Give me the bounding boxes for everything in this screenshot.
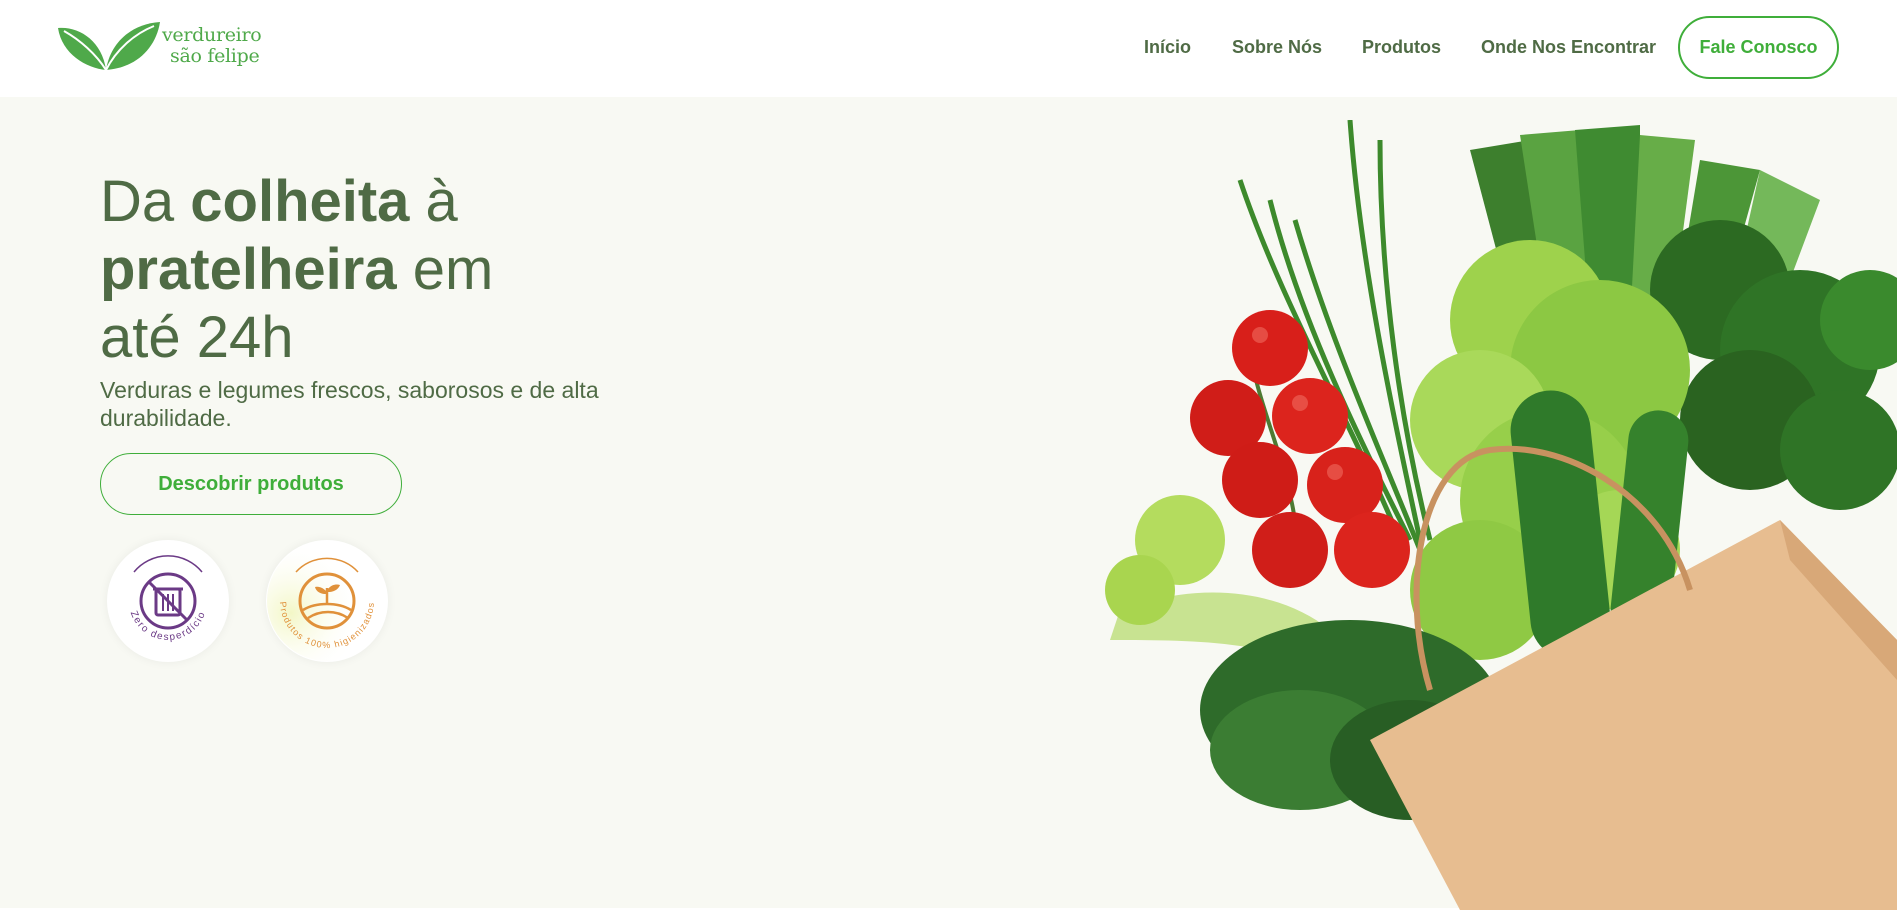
nav-item-inicio-link[interactable]: Início — [1144, 37, 1191, 58]
brand-logo[interactable]: verdureiro são felipe — [56, 18, 266, 74]
sanitized-badge: Produtos 100% higienizados — [266, 540, 388, 662]
site-header: verdureiro são felipe Início Início Sobr… — [0, 0, 1897, 97]
hero-headline: Da colheita à pratelheira em até 24h — [100, 168, 580, 372]
hero-subtitle: Verduras e legumes frescos, saborosos e … — [100, 377, 599, 431]
brand-name-line1: verdureiro — [162, 24, 262, 46]
headline-part-1: Da — [100, 169, 191, 234]
nav-item-sobre-nos[interactable]: Sobre Nós — [1232, 37, 1322, 58]
leaf-logo-icon — [58, 22, 160, 71]
headline-part-4: pratelheira — [100, 237, 397, 302]
headline-part-6: até 24h — [100, 305, 294, 370]
headline-part-5: em — [396, 237, 494, 302]
nav-item-produtos[interactable]: Produtos — [1362, 37, 1441, 58]
brand-name-line2: são felipe — [170, 45, 260, 67]
brand-name: verdureiro são felipe — [162, 24, 262, 67]
discover-products-button[interactable]: Descobrir produtos — [100, 453, 402, 515]
zero-waste-badge: Zero desperdício — [107, 540, 229, 662]
no-trash-icon — [139, 572, 197, 630]
vegetables-image — [1100, 119, 1897, 910]
headline-part-2: colheita — [190, 169, 410, 234]
headline-part-3: à — [409, 169, 458, 234]
contact-button[interactable]: Fale Conosco — [1678, 16, 1839, 79]
nav-item-onde-nos-encontrar[interactable]: Onde Nos Encontrar — [1481, 37, 1656, 58]
